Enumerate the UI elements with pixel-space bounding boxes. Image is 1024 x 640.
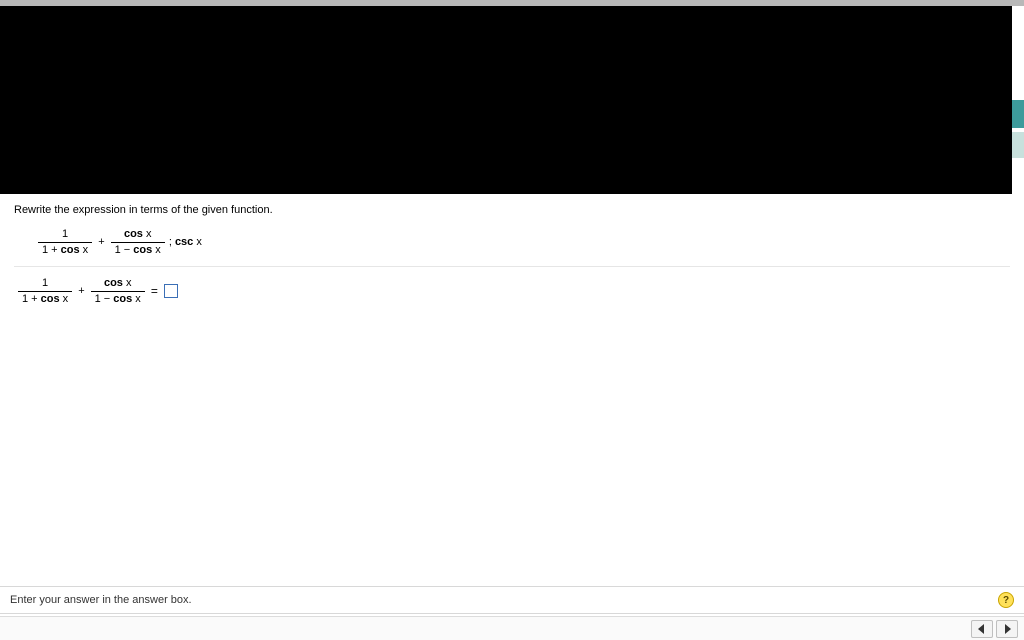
frac2-numerator: cos x xyxy=(120,228,156,242)
fraction-2: cos x 1 − cos x xyxy=(111,228,165,256)
instruction-text: Rewrite the expression in terms of the g… xyxy=(14,204,1010,216)
nav-bar xyxy=(0,616,1024,640)
fraction-1b: 1 1 + cos x xyxy=(18,277,72,305)
side-tab-blank xyxy=(1012,6,1024,62)
fraction-2b: cos x 1 − cos x xyxy=(91,277,145,305)
next-button[interactable] xyxy=(996,620,1018,638)
given-function: ; csc x xyxy=(165,236,202,248)
frac2-denominator: 1 − cos x xyxy=(111,242,165,257)
fraction-1: 1 1 + cos x xyxy=(38,228,92,256)
side-tab-active[interactable] xyxy=(1012,100,1024,128)
prev-button[interactable] xyxy=(971,620,993,638)
question-content: Rewrite the expression in terms of the g… xyxy=(0,194,1024,314)
equals-sign: = xyxy=(145,284,164,298)
header-black-region xyxy=(0,6,1012,194)
side-tabs xyxy=(1012,6,1024,162)
side-tab-secondary[interactable] xyxy=(1012,132,1024,158)
frac1-denominator: 1 + cos x xyxy=(38,242,92,257)
footer-hint: Enter your answer in the answer box. xyxy=(10,594,192,606)
expression-row: 1 1 + cos x + cos x 1 − cos x ; csc x xyxy=(14,224,1010,264)
plus-operator: + xyxy=(92,236,110,248)
help-button[interactable]: ? xyxy=(998,592,1014,608)
chevron-left-icon xyxy=(978,624,986,634)
answer-input[interactable] xyxy=(164,284,178,298)
chevron-right-icon xyxy=(1003,624,1011,634)
plus-operator-2: + xyxy=(72,285,90,297)
frac1-numerator: 1 xyxy=(58,228,72,242)
answer-row: 1 1 + cos x + cos x 1 − cos x = xyxy=(14,266,1010,313)
footer-bar: Enter your answer in the answer box. ? xyxy=(0,586,1024,614)
side-tab-blank-2 xyxy=(1012,66,1024,96)
